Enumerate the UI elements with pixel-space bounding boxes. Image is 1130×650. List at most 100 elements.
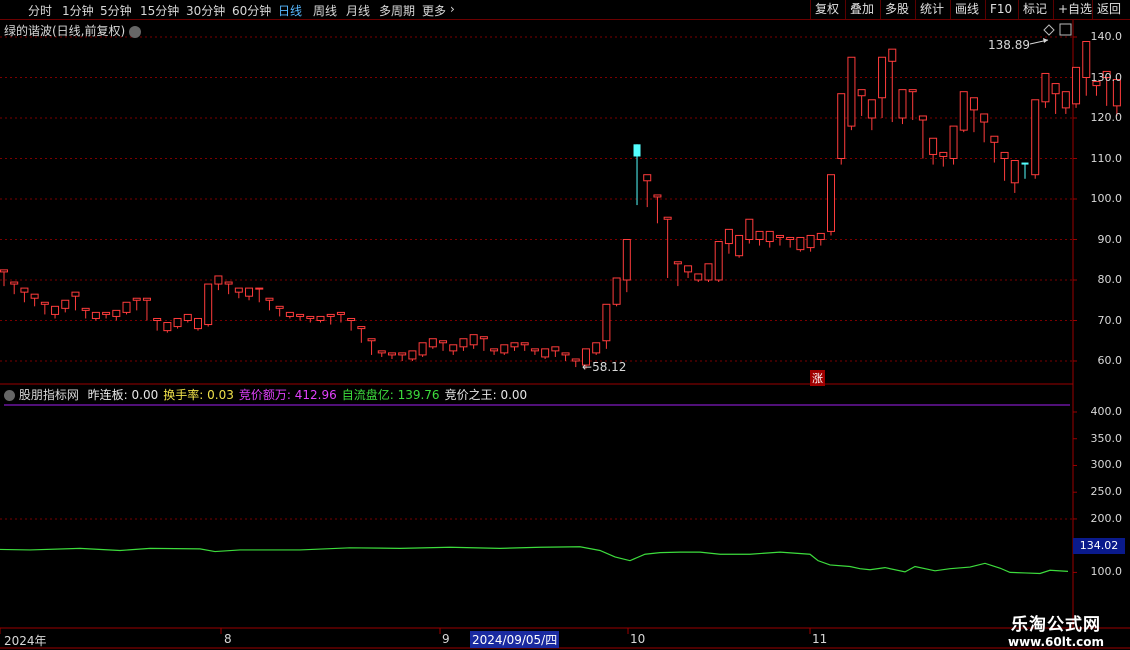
candle-body [1010,160,1019,184]
indicator-collapse-icon[interactable] [4,390,15,401]
candle-body [510,342,519,348]
indicator-tick: 250.0 [1090,485,1123,499]
zhang-badge[interactable]: 涨 [810,370,825,386]
candle-body [357,326,366,330]
indicator-tick: 100.0 [1090,565,1123,579]
candle-body [908,89,917,93]
stock-title: 绿的谐波(日线,前复权) [4,24,126,38]
candle-body [255,287,264,290]
indicator-field-label: 竞价额万: [238,388,291,402]
candle-body [112,309,121,317]
candle-body [622,239,631,281]
cursor-date: 2024/09/05/四 [470,631,560,648]
indicator-current-value: 134.02 [1073,538,1125,554]
candle-body [500,344,509,354]
candle-body [439,340,448,344]
candle-body [102,311,111,315]
candle-body [724,228,733,245]
candle-body [898,89,907,119]
candle-body [336,311,345,315]
diamond-icon [1043,24,1055,36]
candle-body [204,283,213,326]
date-year: 2024年 [4,634,47,648]
price-tick: 80.0 [1097,273,1123,286]
candle-body [980,113,989,123]
candle-body [193,317,202,330]
candle-body [571,358,580,362]
indicator-field-value: 0.00 [127,388,159,402]
candle-body [663,216,672,220]
candle-body [969,97,978,111]
candle-body [479,336,488,340]
price-tick: 120.0 [1090,111,1123,124]
candle-body [275,305,284,309]
indicator-field-1: 换手率: 0.03 [163,388,234,402]
candle-body [530,348,539,352]
indicator-field-value: 0.03 [203,388,234,402]
candle-body [561,352,570,356]
candle-body [30,293,39,299]
candle-body [694,273,703,281]
candle-body [265,297,274,301]
candle-body [81,307,90,311]
candle-body [387,352,396,356]
candle-body [1000,151,1009,160]
candle-body [1061,91,1070,109]
candle-body [1051,83,1060,95]
candle-body [51,305,60,315]
candle-body [643,174,652,182]
candle-body [551,346,560,352]
candle-body [61,299,70,309]
candle-body [827,174,836,232]
panel-toggle-icon [1059,23,1072,36]
candle-body [0,269,8,273]
candle-body [91,311,100,319]
indicator-field-value: 0.00 [496,388,528,402]
indicator-field-label: 竞价之王: [444,388,497,402]
candle-body [592,342,601,354]
candle-body [183,313,192,321]
watermark-name: 乐淘公式网 [1011,615,1101,635]
candle-body [428,338,437,348]
price-tick: 70.0 [1097,313,1123,327]
candle-body [796,236,805,251]
price-tick: 130.0 [1090,70,1123,84]
candle-body [408,350,417,360]
candle-body [959,91,968,131]
candle-body [633,144,641,157]
main-chart-title: 绿的谐波(日线,前复权) [4,22,142,39]
high-arrow-head [1043,38,1048,43]
candle-body [1072,66,1081,105]
candle-body [71,291,80,297]
candle-body [377,350,386,354]
price-tick: 90.0 [1097,232,1123,246]
candle-body [1041,72,1050,103]
candle-body [714,241,723,281]
price-tick: 60.0 [1097,354,1123,367]
candle-body [163,322,172,332]
title-dropdown-icon[interactable] [129,25,142,38]
candle-body [326,313,335,317]
candle-body [602,303,611,342]
candle-body [990,135,999,143]
price-tick: 140.0 [1090,30,1123,43]
candle-body [469,334,478,346]
candle-body [816,232,825,241]
candle-body [40,301,49,305]
candle-body [653,194,662,198]
chart-canvas [0,20,1130,649]
indicator-tick: 400.0 [1090,405,1123,418]
indicator-field-value: 139.76 [393,388,440,402]
low-price-label: ←58.12 [582,360,627,374]
candle-body [142,297,151,301]
candle-body [949,125,958,159]
candle-body [837,93,846,159]
candle-body [765,230,774,243]
indicator-name[interactable]: 股朋指标网 [19,388,79,402]
candle-body [449,344,458,352]
candle-body [122,301,131,313]
indicator-field-0: 昨连板: 0.00 [88,388,159,402]
candle-body [867,99,876,119]
candle-body [918,115,927,121]
candle-body [520,342,529,346]
